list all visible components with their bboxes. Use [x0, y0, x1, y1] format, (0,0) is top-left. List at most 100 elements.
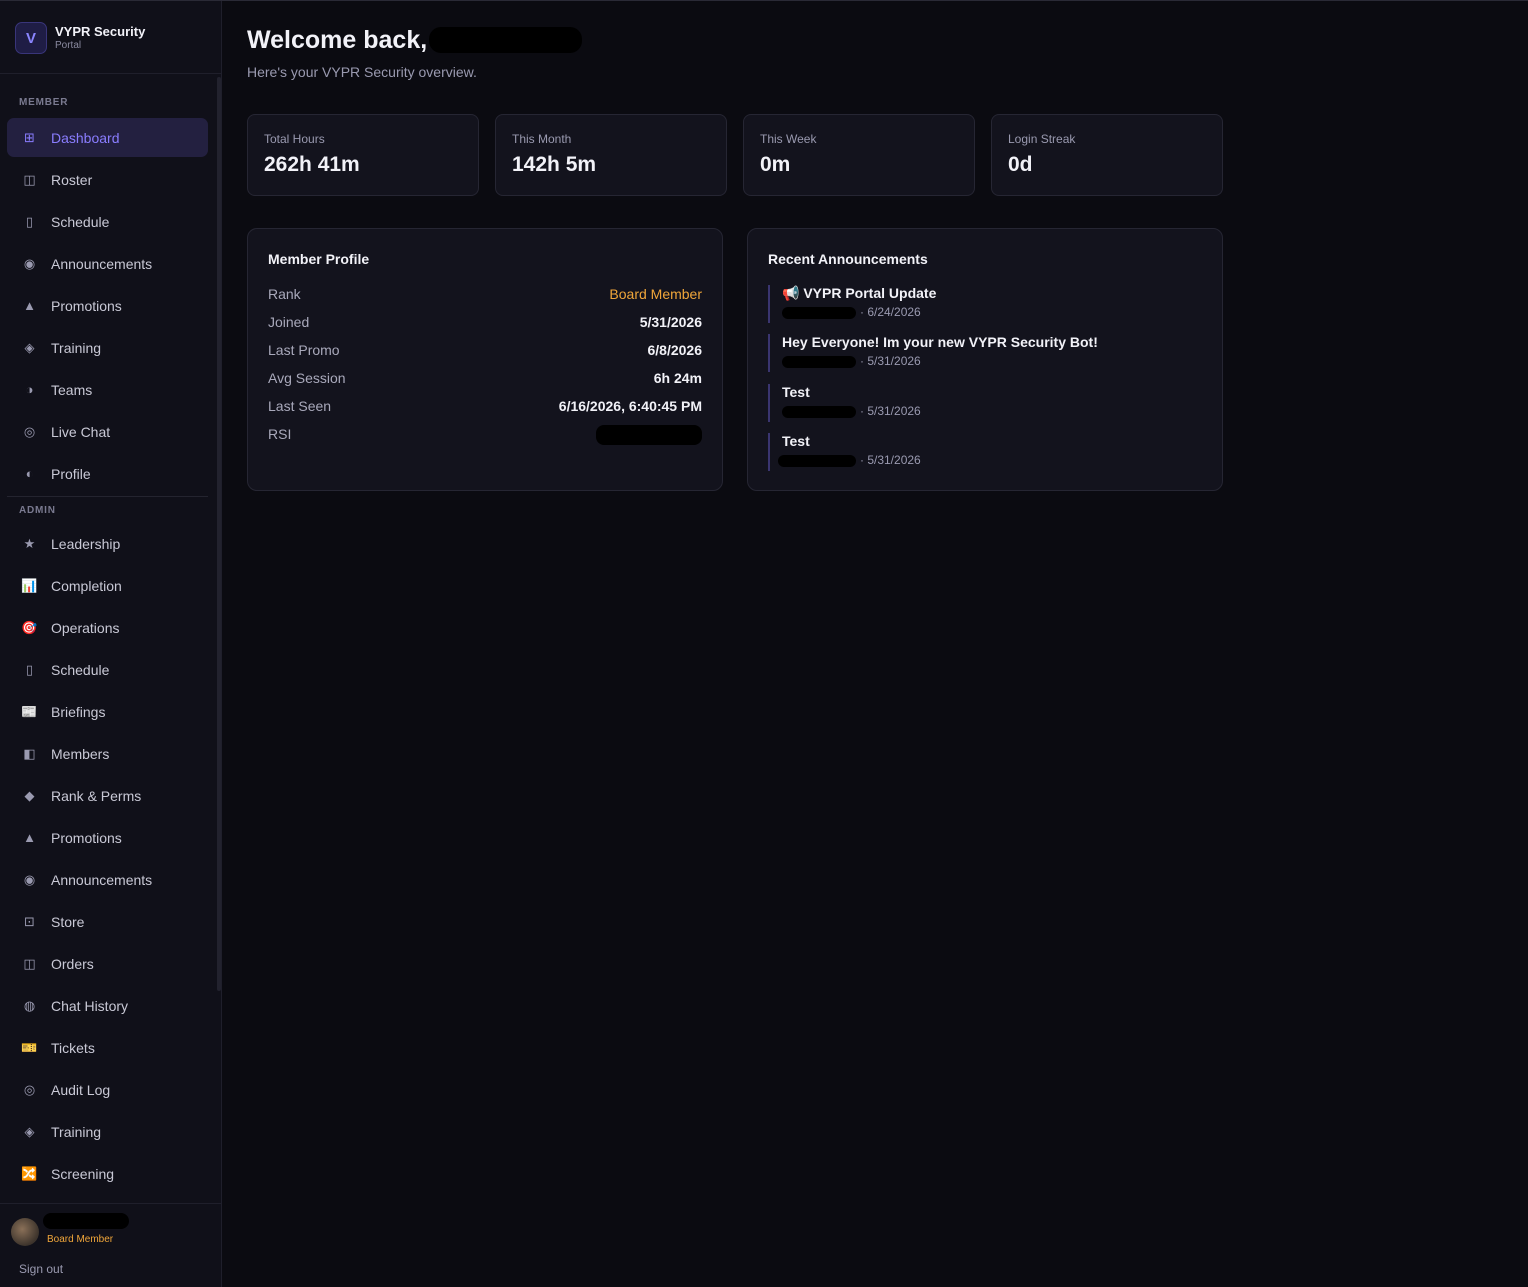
- sidebar-item-members[interactable]: ◧ Members: [7, 734, 208, 773]
- sidebar: V VYPR Security Portal MEMBER ⊞ Dashboar…: [0, 1, 222, 1287]
- announcement-item[interactable]: 📢 VYPR Portal Update · 6/24/2026: [768, 285, 1188, 323]
- sidebar-item-promotions[interactable]: ▲ Promotions: [7, 286, 208, 325]
- sidebar-item-label: Teams: [51, 381, 93, 398]
- sidebar-item-store[interactable]: ⊡ Store: [7, 902, 208, 941]
- user-rank: Board Member: [47, 1234, 114, 1245]
- stat-card-this-month: This Month 142h 5m: [495, 114, 727, 196]
- sidebar-item-label: Chat History: [51, 997, 129, 1014]
- announcement-date: · 5/31/2026: [860, 453, 921, 467]
- sidebar-item-label: Leadership: [51, 535, 121, 552]
- sidebar-item-audit-log[interactable]: ◎ Audit Log: [7, 1070, 208, 1109]
- profile-icon: ◐: [25, 466, 34, 481]
- sidebar-item-admin-promotions[interactable]: ▲ Promotions: [7, 818, 208, 857]
- profile-row-last-promo: Last Promo 6/8/2026: [268, 342, 702, 362]
- signout-link[interactable]: Sign out: [19, 1262, 63, 1276]
- diamond-icon: ◈: [24, 339, 35, 355]
- sidebar-item-admin-announcements[interactable]: ◉ Announcements: [7, 860, 208, 899]
- sidebar-item-label: Training: [51, 1123, 102, 1140]
- user-panel: Board Member Sign out: [0, 1203, 222, 1287]
- announcement-date: · 5/31/2026: [860, 404, 921, 418]
- redacted-author: [782, 356, 856, 368]
- sidebar-item-teams[interactable]: ◑ Teams: [7, 370, 208, 409]
- brand-subtitle: Portal: [55, 40, 82, 51]
- announcement-item[interactable]: Hey Everyone! Im your new VYPR Security …: [768, 334, 1188, 372]
- profile-key: Last Promo: [268, 342, 340, 358]
- sidebar-item-label: Members: [51, 745, 110, 762]
- sidebar-item-operations[interactable]: 🎯 Operations: [7, 608, 208, 647]
- star-icon: ★: [23, 535, 36, 551]
- sidebar-item-live-chat[interactable]: ◎ Live Chat: [7, 412, 208, 451]
- sidebar-item-label: Announcements: [51, 871, 153, 888]
- members-icon: ◧: [23, 745, 36, 761]
- brand-title: VYPR Security: [55, 24, 146, 39]
- recent-announcements-panel: Recent Announcements 📢 VYPR Portal Updat…: [747, 228, 1223, 491]
- sidebar-item-label: Store: [51, 913, 85, 930]
- sidebar-item-label: Training: [51, 339, 102, 356]
- target-icon: 🎯: [21, 619, 38, 635]
- bar-chart-icon: 📊: [21, 577, 38, 593]
- store-icon: ⊡: [24, 913, 35, 929]
- brand-logo[interactable]: V: [15, 22, 47, 54]
- profile-row-last-seen: Last Seen 6/16/2026, 6:40:45 PM: [268, 398, 702, 418]
- triangle-icon: ▲: [23, 298, 36, 313]
- announcement-date: · 6/24/2026: [860, 305, 921, 319]
- sidebar-item-screening[interactable]: 🔀 Screening: [7, 1154, 208, 1193]
- section-label-member: MEMBER: [19, 97, 69, 108]
- announcement-item[interactable]: Test · 5/31/2026: [768, 433, 1188, 471]
- panel-title: Member Profile: [268, 251, 370, 267]
- ring-icon: ◎: [23, 1081, 36, 1097]
- sidebar-item-schedule[interactable]: ▯ Schedule: [7, 202, 208, 241]
- sidebar-item-orders[interactable]: ◫ Orders: [7, 944, 208, 983]
- sidebar-item-label: Rank & Perms: [51, 787, 142, 804]
- columns-icon: ◫: [23, 171, 36, 187]
- sidebar-item-dashboard[interactable]: ⊞ Dashboard: [7, 118, 208, 157]
- redacted-author: [782, 406, 856, 418]
- redacted-name: [429, 27, 582, 53]
- sidebar-item-leadership[interactable]: ★ Leadership: [7, 524, 208, 563]
- sidebar-item-label: Schedule: [51, 661, 110, 678]
- sidebar-item-completion[interactable]: 📊 Completion: [7, 566, 208, 605]
- sidebar-item-label: Schedule: [51, 213, 110, 230]
- announcement-title: Hey Everyone! Im your new VYPR Security …: [782, 334, 1098, 350]
- diamond-icon: ◆: [24, 787, 35, 803]
- dot-circle-icon: ◉: [23, 871, 36, 887]
- announcement-item[interactable]: Test · 5/31/2026: [768, 384, 1188, 422]
- sidebar-item-label: Promotions: [51, 297, 122, 314]
- sidebar-item-chat-history[interactable]: ◍ Chat History: [7, 986, 208, 1025]
- sidebar-item-profile[interactable]: ◐ Profile: [7, 454, 208, 493]
- sidebar-item-label: Completion: [51, 577, 122, 594]
- section-label-admin: ADMIN: [19, 505, 56, 516]
- profile-row-rsi: RSI: [268, 425, 702, 446]
- dot-circle-icon: ◉: [23, 255, 36, 271]
- sidebar-item-roster[interactable]: ◫ Roster: [7, 160, 208, 199]
- sidebar-item-label: Orders: [51, 955, 94, 972]
- sidebar-item-label: Live Chat: [51, 423, 111, 440]
- stat-value: 0d: [1008, 153, 1033, 176]
- screening-icon: 🔀: [21, 1165, 38, 1181]
- ring-icon: ◎: [23, 423, 36, 439]
- sidebar-scrollbar[interactable]: [216, 75, 222, 991]
- profile-key: Last Seen: [268, 398, 332, 414]
- section-divider: [7, 496, 208, 497]
- avatar[interactable]: [11, 1218, 39, 1246]
- stat-value: 0m: [760, 153, 791, 176]
- announcement-date: · 5/31/2026: [860, 354, 921, 368]
- sidebar-item-announcements[interactable]: ◉ Announcements: [7, 244, 208, 283]
- sidebar-item-label: Operations: [51, 619, 120, 636]
- announcement-title: Test: [782, 384, 810, 400]
- sidebar-item-admin-schedule[interactable]: ▯ Schedule: [7, 650, 208, 689]
- scrollbar-thumb[interactable]: [217, 77, 221, 991]
- diamond-icon: ◈: [24, 1123, 35, 1139]
- sidebar-item-label: Tickets: [51, 1039, 95, 1056]
- sidebar-item-training[interactable]: ◈ Training: [7, 328, 208, 367]
- sidebar-item-admin-training[interactable]: ◈ Training: [7, 1112, 208, 1151]
- sidebar-item-briefings[interactable]: 📰 Briefings: [7, 692, 208, 731]
- welcome-text: Welcome back,: [247, 26, 428, 54]
- profile-key: RSI: [268, 426, 292, 442]
- sidebar-item-tickets[interactable]: 🎫 Tickets: [7, 1028, 208, 1067]
- newspaper-icon: 📰: [21, 703, 38, 719]
- profile-value: 6/8/2026: [647, 342, 703, 358]
- sidebar-item-label: Profile: [51, 465, 91, 482]
- profile-row-joined: Joined 5/31/2026: [268, 314, 702, 334]
- sidebar-item-rank-perms[interactable]: ◆ Rank & Perms: [7, 776, 208, 815]
